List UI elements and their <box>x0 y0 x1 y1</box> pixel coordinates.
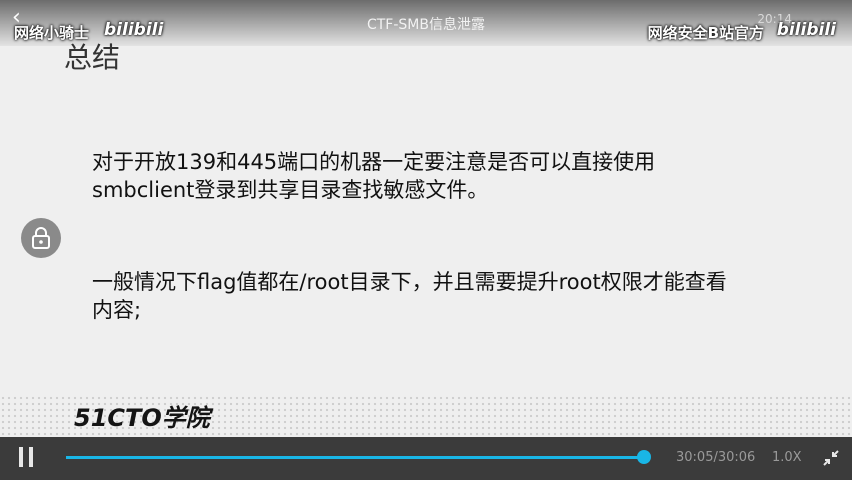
brand-logo: 51CTO学院 <box>74 404 210 432</box>
watermark-right: 网络安全B站官方 <box>647 24 764 42</box>
slide-paragraph-1: 对于开放139和445端口的机器一定要注意是否可以直接使用smbclient登录… <box>92 150 656 202</box>
slide-paragraph-2: 一般情况下flag值都在/root目录下，并且需要提升root权限才能查看内容; <box>92 270 727 322</box>
progress-bar[interactable] <box>66 450 651 464</box>
speed-button[interactable]: 1.0X <box>772 450 802 465</box>
watermark-left: 网络小骑士 <box>14 24 90 42</box>
player-controls: 30:05/30:06 1.0X <box>0 437 852 480</box>
progress-handle[interactable] <box>636 450 651 464</box>
lock-button[interactable] <box>21 218 61 258</box>
time-display: 30:05/30:06 <box>676 450 756 465</box>
pause-icon[interactable] <box>18 447 38 469</box>
exit-fullscreen-icon[interactable] <box>822 449 840 467</box>
bilibili-logo-right: bilibili <box>776 20 836 40</box>
video-frame[interactable]: 总结 对于开放139和445端口的机器一定要注意是否可以直接使用smbclien… <box>0 0 852 480</box>
progress-fill <box>66 456 644 459</box>
lock-icon <box>32 227 50 249</box>
bilibili-logo-left: bilibili <box>104 20 164 40</box>
